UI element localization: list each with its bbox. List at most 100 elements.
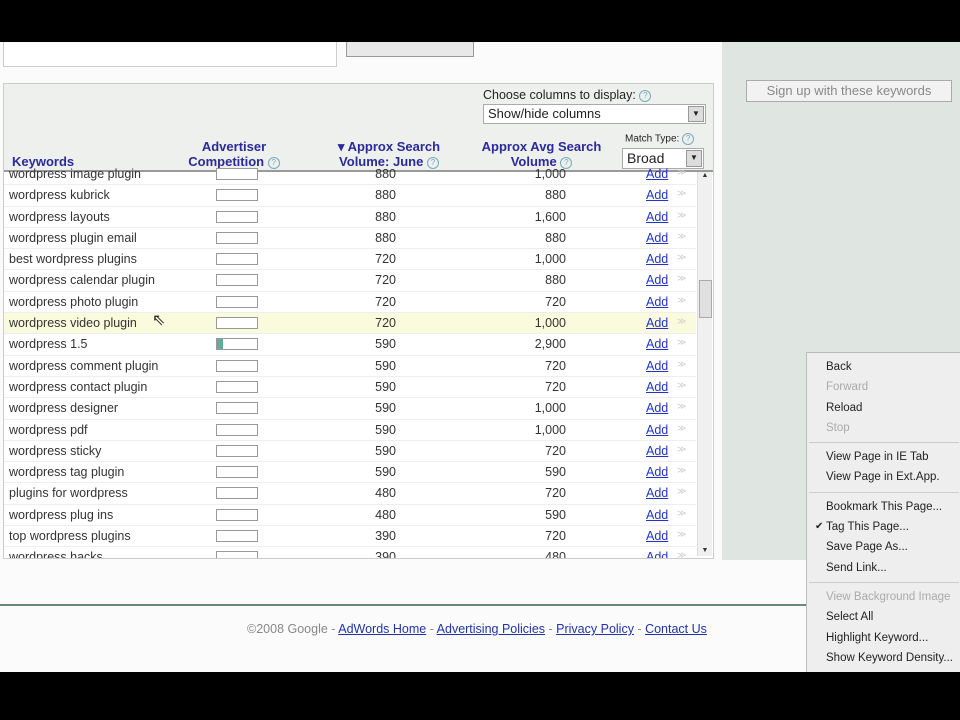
add-keyword-link[interactable]: Add xyxy=(646,167,668,181)
add-keyword-link[interactable]: Add xyxy=(646,316,668,330)
add-keyword-link[interactable]: Add xyxy=(646,273,668,287)
chevron-down-icon[interactable]: ▼ xyxy=(688,106,704,122)
add-keyword-link[interactable]: Add xyxy=(646,337,668,351)
header-competition-line1: Advertiser xyxy=(201,139,267,154)
competition-bar xyxy=(216,530,258,543)
menu-item[interactable]: View Page in IE Tab xyxy=(807,447,960,467)
menu-item[interactable]: Select All xyxy=(807,607,960,627)
add-keyword-link[interactable]: Add xyxy=(646,210,668,224)
keyword-cell: plugins for wordpress xyxy=(9,486,128,501)
add-all-icon[interactable]: ≫ xyxy=(677,444,686,455)
keyword-cell: wordpress layouts xyxy=(9,209,110,224)
menu-item[interactable]: Save Page As... xyxy=(807,537,960,557)
menu-item-label: Reload xyxy=(826,401,863,414)
add-keyword-link[interactable]: Add xyxy=(646,423,668,437)
add-all-icon[interactable]: ≫ xyxy=(677,486,686,497)
add-keyword-link[interactable]: Add xyxy=(646,508,668,522)
add-all-icon[interactable]: ≫ xyxy=(677,380,686,391)
add-all-icon[interactable]: ≫ xyxy=(677,337,686,348)
avg-volume-cell: 880 xyxy=(545,230,566,245)
text-area[interactable] xyxy=(3,42,337,67)
add-all-icon[interactable]: ≫ xyxy=(677,316,686,327)
avg-volume-cell: 1,000 xyxy=(534,422,566,437)
competition-bar xyxy=(216,444,258,457)
menu-item-label: View Page in IE Tab xyxy=(826,451,929,464)
menu-item-label: Send Link... xyxy=(826,561,887,574)
footer-link[interactable]: AdWords Home xyxy=(338,622,426,636)
june-volume-cell: 480 xyxy=(375,507,396,522)
menu-item[interactable]: Back xyxy=(807,357,960,377)
add-all-icon[interactable]: ≫ xyxy=(677,359,686,370)
add-all-icon[interactable]: ≫ xyxy=(677,273,686,284)
avg-volume-cell: 880 xyxy=(545,273,566,288)
menu-separator xyxy=(809,581,959,583)
footer-link[interactable]: Contact Us xyxy=(645,622,707,636)
avg-volume-cell: 720 xyxy=(545,358,566,373)
help-icon[interactable]: ? xyxy=(639,89,652,102)
menu-item[interactable]: Bookmark This Page... xyxy=(807,497,960,517)
help-icon[interactable]: ? xyxy=(682,133,695,145)
separator: - xyxy=(327,622,339,636)
add-all-icon[interactable]: ≫ xyxy=(677,508,686,519)
add-keyword-link[interactable]: Add xyxy=(646,188,668,202)
menu-item[interactable]: View Page in Ext.App. xyxy=(807,467,960,487)
keyword-cell: wordpress tag plugin xyxy=(9,465,125,480)
footer: ©2008 Google - AdWords Home - Advertisin… xyxy=(247,622,707,636)
competition-bar xyxy=(216,338,258,351)
menu-item[interactable]: ✔ Tag This Page... xyxy=(807,517,960,537)
add-all-icon[interactable]: ≫ xyxy=(677,401,686,412)
add-keyword-link[interactable]: Add xyxy=(646,444,668,458)
june-volume-cell: 720 xyxy=(375,273,396,288)
separator: - xyxy=(426,622,437,636)
add-keyword-link[interactable]: Add xyxy=(646,529,668,543)
top-button[interactable] xyxy=(346,42,474,57)
menu-item[interactable]: Reload xyxy=(807,398,960,418)
menu-item[interactable]: Show Keyword Density... xyxy=(807,648,960,668)
menu-item-label: Forward xyxy=(826,381,869,394)
table-scrollbar[interactable]: ▲ ▼ xyxy=(697,172,712,556)
competition-bar xyxy=(216,551,258,558)
menu-item-label: Show Keyword Density... xyxy=(826,651,953,664)
table-row: plugins for wordpress 480 720 Add ≫ xyxy=(4,483,696,505)
june-volume-cell: 880 xyxy=(375,209,396,224)
add-all-icon[interactable]: ≫ xyxy=(677,465,686,476)
menu-item[interactable]: Send Link... xyxy=(807,558,960,578)
avg-volume-cell: 720 xyxy=(545,379,566,394)
avg-volume-cell: 720 xyxy=(545,443,566,458)
add-keyword-link[interactable]: Add xyxy=(646,401,668,415)
add-keyword-link[interactable]: Add xyxy=(646,465,668,479)
add-all-icon[interactable]: ≫ xyxy=(677,252,686,263)
scroll-thumb[interactable] xyxy=(699,280,712,318)
table-row: wordpress plug ins 480 590 Add ≫ xyxy=(4,505,696,527)
add-all-icon[interactable]: ≫ xyxy=(677,210,686,221)
table-row: wordpress tag plugin 590 590 Add ≫ xyxy=(4,462,696,484)
add-all-icon[interactable]: ≫ xyxy=(677,550,686,558)
context-menu: Back Forward Reload Stop View Page in IE Tab… xyxy=(806,352,960,672)
add-keyword-link[interactable]: Add xyxy=(646,252,668,266)
add-keyword-link[interactable]: Add xyxy=(646,359,668,373)
add-keyword-link[interactable]: Add xyxy=(646,380,668,394)
sign-up-button[interactable]: Sign up with these keywords xyxy=(746,80,952,102)
add-all-icon[interactable]: ≫ xyxy=(677,529,686,540)
add-all-icon[interactable]: ≫ xyxy=(677,167,686,178)
scroll-up-icon[interactable]: ▲ xyxy=(698,172,712,179)
add-all-icon[interactable]: ≫ xyxy=(677,423,686,434)
add-all-icon[interactable]: ≫ xyxy=(677,295,686,306)
table-row: wordpress hacks 390 480 Add ≫ xyxy=(4,547,696,558)
add-keyword-link[interactable]: Add xyxy=(646,295,668,309)
avg-volume-cell: 1,000 xyxy=(534,401,566,416)
footer-link[interactable]: Advertising Policies xyxy=(437,622,545,636)
add-keyword-link[interactable]: Add xyxy=(646,550,668,558)
add-all-icon[interactable]: ≫ xyxy=(677,188,686,199)
keyword-cell: wordpress video plugin xyxy=(9,316,137,331)
avg-volume-cell: 720 xyxy=(545,486,566,501)
footer-link[interactable]: Privacy Policy xyxy=(556,622,634,636)
scroll-down-icon[interactable]: ▼ xyxy=(698,547,712,554)
add-all-icon[interactable]: ≫ xyxy=(677,231,686,242)
columns-select[interactable]: Show/hide columns ▼ xyxy=(483,104,706,124)
choose-columns-label: Choose columns to display: xyxy=(483,88,636,102)
table-row: best wordpress plugins 720 1,000 Add ≫ xyxy=(4,249,696,271)
add-keyword-link[interactable]: Add xyxy=(646,486,668,500)
add-keyword-link[interactable]: Add xyxy=(646,231,668,245)
menu-item[interactable]: Highlight Keyword... xyxy=(807,628,960,648)
